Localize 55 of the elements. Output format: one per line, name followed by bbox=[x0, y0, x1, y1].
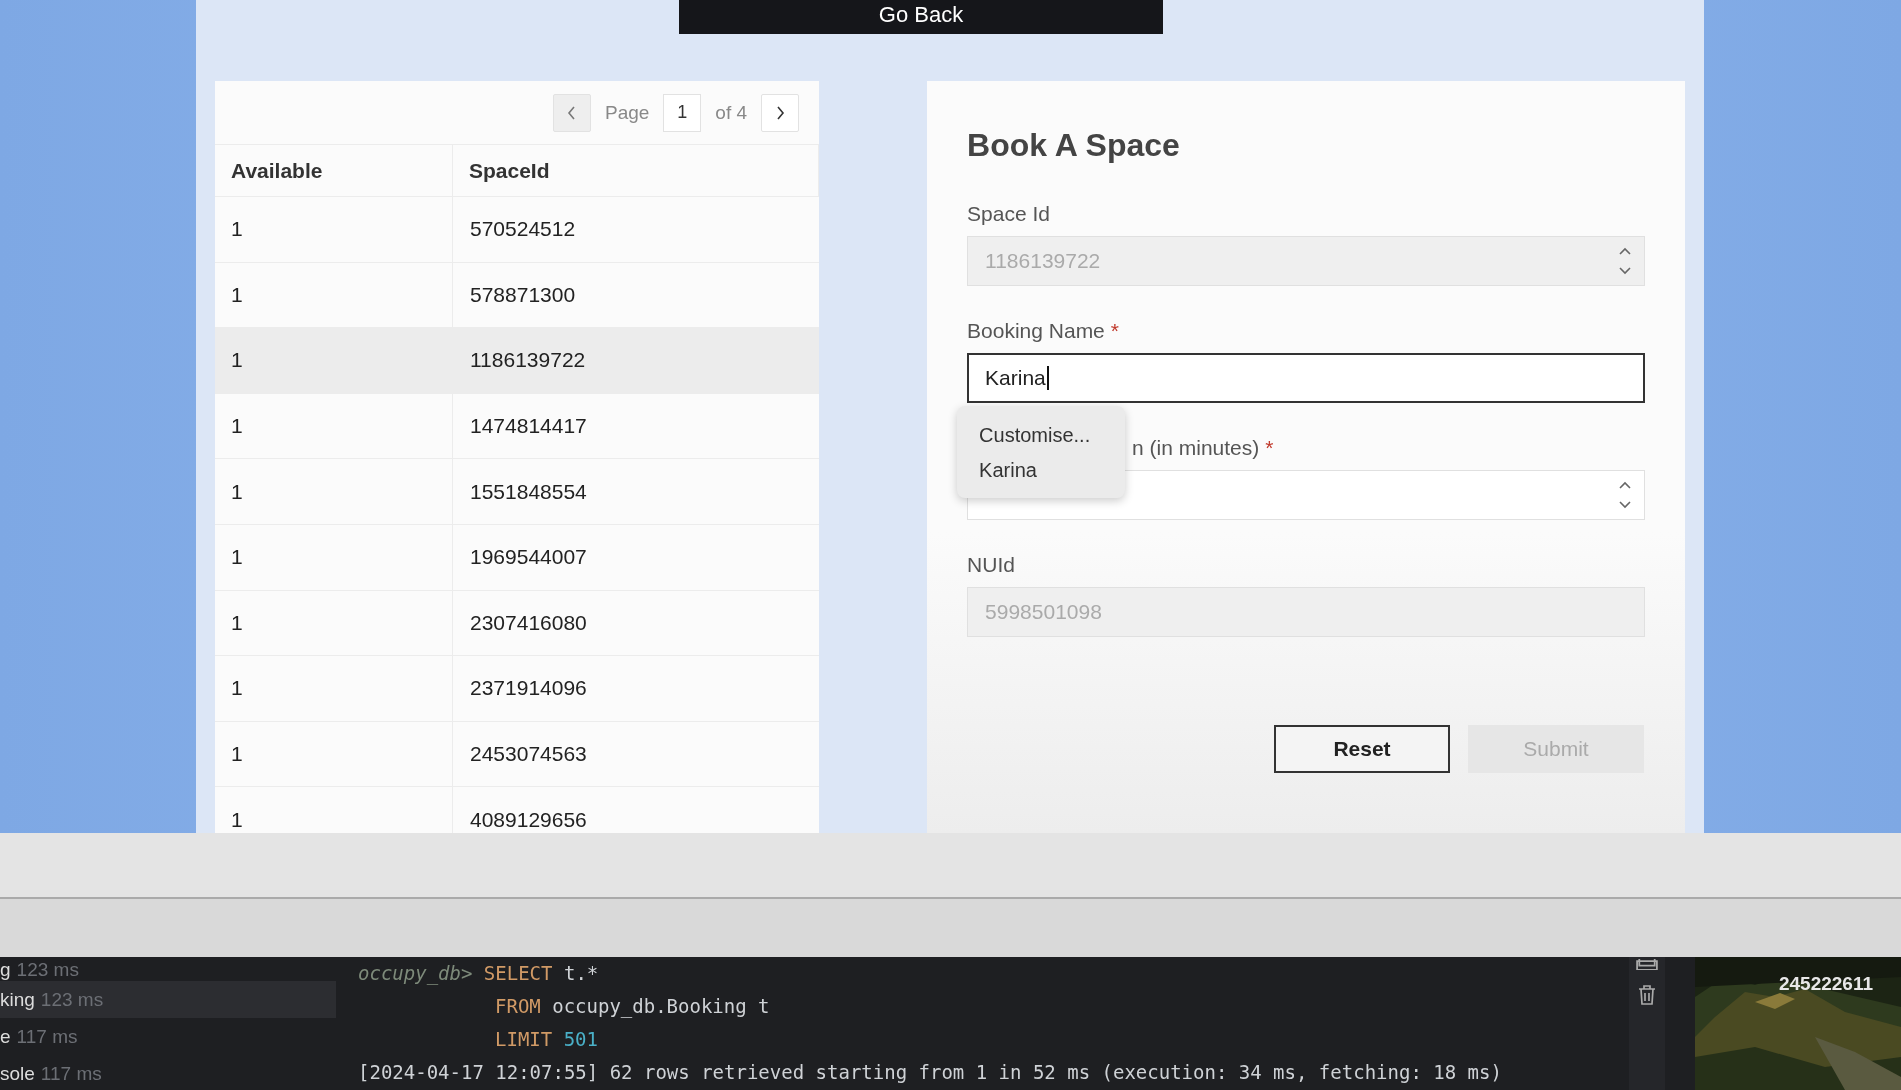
table-cell: 1 bbox=[215, 524, 453, 590]
field-label: NUId bbox=[967, 553, 1015, 578]
form-button: Submit bbox=[1468, 725, 1644, 773]
table-cell-text: 1969544007 bbox=[469, 544, 588, 571]
table-cell-text: 2307416080 bbox=[469, 609, 588, 636]
input-field: 5998501098 bbox=[967, 587, 1645, 637]
table-cell: 1 bbox=[215, 328, 453, 393]
chevron-left-icon bbox=[566, 104, 578, 121]
page-total: of 4 bbox=[715, 101, 748, 124]
trash-icon[interactable] bbox=[1637, 984, 1657, 1006]
go-back-button[interactable]: Go Back bbox=[679, 0, 1163, 34]
table-cell-text: 1551848554 bbox=[469, 478, 588, 505]
table-row[interactable]: 1 578871300 bbox=[215, 261, 820, 328]
session-item[interactable]: g 123 ms bbox=[0, 959, 336, 981]
overlay-number: 245222611 bbox=[1778, 973, 1873, 995]
table-row[interactable]: 1 570524512 bbox=[215, 196, 820, 262]
page-label: Page bbox=[605, 101, 650, 124]
spinner-icon[interactable] bbox=[1618, 480, 1632, 510]
query-line: FROM occupy_db.Booking t bbox=[494, 994, 771, 1020]
autocomplete-item[interactable]: Customise... bbox=[979, 418, 1126, 453]
form-title: Book A Space bbox=[967, 127, 1181, 164]
query-line: occupy_db> SELECT t.* bbox=[358, 961, 600, 987]
table-row[interactable]: 1 4089129656 bbox=[215, 786, 820, 833]
table-row[interactable]: 1 2371914096 bbox=[215, 655, 820, 721]
query-line: LIMIT 501 bbox=[494, 1027, 599, 1052]
table-cell-text: 2371914096 bbox=[469, 675, 588, 702]
table-cell-text: 570524512 bbox=[469, 216, 577, 243]
table-row[interactable]: 1 1186139722 bbox=[215, 327, 820, 393]
table-row[interactable]: 1 1474814417 bbox=[215, 392, 820, 459]
table-cell-text: 1474814417 bbox=[469, 413, 588, 440]
field-label: Space Id bbox=[967, 202, 1050, 227]
input-field: 1186139722 bbox=[967, 236, 1645, 286]
table-row[interactable]: 1 2453074563 bbox=[215, 720, 820, 787]
form-button[interactable]: Reset bbox=[1274, 725, 1450, 773]
autocomplete-item[interactable]: Karina bbox=[979, 453, 1126, 488]
table-cell: 1 bbox=[215, 656, 453, 721]
field-label: n (in minutes) * bbox=[1132, 436, 1274, 461]
session-item[interactable]: king 123 ms bbox=[0, 981, 336, 1018]
table-cell-text: 2453074563 bbox=[469, 741, 588, 768]
chevron-right-icon bbox=[774, 104, 787, 121]
table-cell: 1 bbox=[215, 459, 453, 524]
table-cell-text: 1186139722 bbox=[469, 347, 587, 374]
table-cell-text: 4089129656 bbox=[469, 806, 588, 833]
table-row[interactable]: 1 2307416080 bbox=[215, 589, 820, 656]
session-item[interactable]: e 117 ms bbox=[0, 1018, 336, 1055]
page-number-field[interactable]: 1 bbox=[663, 93, 702, 132]
table-cell-text: 578871300 bbox=[469, 281, 577, 308]
table-row[interactable]: 1 1969544007 bbox=[215, 523, 820, 590]
input-field[interactable]: Karina bbox=[967, 353, 1645, 403]
table-cell: 1 bbox=[215, 197, 453, 262]
log-line: [2024-04-17 12:07:55] 62 rows retrieved starting from 1 in 52 ms (execution: 34 ms, fetching: 18 ms) bbox=[358, 1060, 1503, 1085]
field-label: Booking Name * bbox=[967, 319, 1119, 344]
printer-icon[interactable] bbox=[1636, 959, 1658, 970]
session-item[interactable]: sole 117 ms bbox=[0, 1055, 336, 1090]
table-row[interactable]: 1 1551848554 bbox=[215, 458, 820, 524]
